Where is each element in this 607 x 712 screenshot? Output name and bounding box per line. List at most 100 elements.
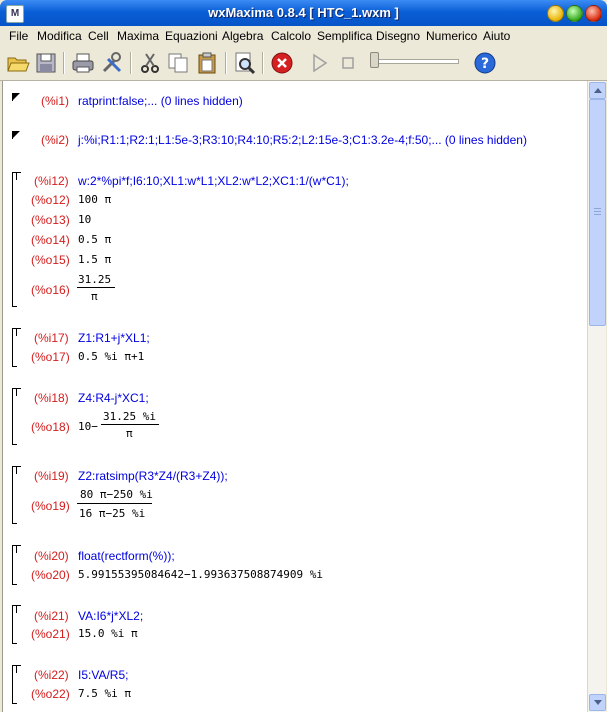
fraction-line xyxy=(77,503,152,504)
animation-slider-thumb[interactable] xyxy=(370,52,379,68)
input-label: (%i17) xyxy=(34,331,69,345)
paste-icon[interactable] xyxy=(195,51,219,75)
chevron-down-icon xyxy=(594,700,602,705)
input-label: (%i20) xyxy=(34,549,69,563)
maximize-button[interactable] xyxy=(566,5,583,22)
close-button[interactable] xyxy=(585,5,602,22)
cell-bracket[interactable] xyxy=(12,93,17,101)
cell-bracket[interactable] xyxy=(12,466,17,524)
output-label: (%o22) xyxy=(31,687,70,701)
animation-slider-track[interactable] xyxy=(375,59,459,64)
input-label: (%i18) xyxy=(34,391,69,405)
scroll-down-button[interactable] xyxy=(589,694,606,711)
input-bracket[interactable] xyxy=(16,665,21,673)
cell-bracket[interactable] xyxy=(12,131,17,139)
input-label: (%i1) xyxy=(41,94,70,108)
fraction-numerator: 80 π−250 %i xyxy=(80,488,153,501)
output-value: 5.99155395084642−1.993637508874909 %i xyxy=(78,568,324,581)
play-icon[interactable] xyxy=(307,51,331,75)
input-bracket[interactable] xyxy=(16,545,21,553)
fraction-line xyxy=(101,424,159,425)
svg-text:?: ? xyxy=(481,56,489,72)
menu-maxima[interactable]: Maxima xyxy=(117,29,159,43)
output-label: (%o13) xyxy=(31,213,70,227)
output-value: 1.5 π xyxy=(78,253,112,266)
output-value: 100 π xyxy=(78,193,112,206)
title-bar[interactable]: M wxMaxima 0.8.4 [ HTC_1.wxm ] xyxy=(0,0,607,26)
open-icon[interactable] xyxy=(6,51,30,75)
input-bracket[interactable] xyxy=(16,605,21,613)
toolbar-separator xyxy=(262,52,264,74)
fraction-denominator: π xyxy=(91,290,98,303)
output-value: 0.5 %i π+1 xyxy=(78,350,145,363)
output-label: (%o17) xyxy=(31,350,70,364)
menu-disegno[interactable]: Disegno xyxy=(376,29,420,43)
stop-icon[interactable] xyxy=(336,51,360,75)
save-icon[interactable] xyxy=(34,51,58,75)
scroll-grip xyxy=(594,214,601,215)
menu-aiuto[interactable]: Aiuto xyxy=(483,29,510,43)
input-label: (%i2) xyxy=(41,133,70,147)
fraction-numerator: 31.25 xyxy=(78,273,112,286)
output-value: 15.0 %i π xyxy=(78,627,138,640)
print-icon[interactable] xyxy=(71,51,95,75)
input-bracket[interactable] xyxy=(16,172,21,180)
menu-algebra[interactable]: Algebra xyxy=(222,29,263,43)
menu-equazioni[interactable]: Equazioni xyxy=(165,29,218,43)
output-prefix: 10− xyxy=(78,420,98,433)
worksheet[interactable]: (%i1) ratprint:false;... (0 lines hidden… xyxy=(2,81,587,712)
menu-bar: File Modifica Cell Maxima Equazioni Alge… xyxy=(0,26,607,46)
vertical-scrollbar[interactable] xyxy=(587,81,606,712)
preferences-icon[interactable] xyxy=(100,51,124,75)
input-code[interactable]: Z4:R4-j*XC1; xyxy=(78,391,149,405)
input-code[interactable]: VA:I6*j*XL2; xyxy=(78,609,143,623)
fraction-denominator: π xyxy=(126,427,133,440)
input-code[interactable]: I5:VA/R5; xyxy=(78,668,128,682)
toolbar-separator xyxy=(63,52,65,74)
menu-file[interactable]: File xyxy=(9,29,28,43)
minimize-button[interactable] xyxy=(547,5,564,22)
output-label: (%o19) xyxy=(31,499,70,513)
input-code[interactable]: Z2:ratsimp(R3*Z4/(R3+Z4)); xyxy=(78,469,228,483)
fraction-line xyxy=(77,287,115,288)
input-label: (%i21) xyxy=(34,609,69,623)
menu-numerico[interactable]: Numerico xyxy=(426,29,477,43)
output-label: (%o15) xyxy=(31,253,70,267)
cut-icon[interactable] xyxy=(138,51,162,75)
menu-modifica[interactable]: Modifica xyxy=(37,29,82,43)
input-bracket[interactable] xyxy=(16,466,21,474)
find-icon[interactable] xyxy=(233,51,257,75)
interrupt-icon[interactable] xyxy=(270,51,294,75)
scroll-grip xyxy=(594,211,601,212)
fraction-denominator: 16 π−25 %i xyxy=(79,507,146,520)
scroll-thumb[interactable] xyxy=(589,99,606,326)
output-value: 10 xyxy=(78,213,92,226)
menu-calcolo[interactable]: Calcolo xyxy=(271,29,311,43)
toolbar-separator xyxy=(225,52,227,74)
output-label: (%o20) xyxy=(31,568,70,582)
input-bracket[interactable] xyxy=(16,388,21,396)
output-label: (%o18) xyxy=(31,420,70,434)
scroll-up-button[interactable] xyxy=(589,82,606,99)
toolbar-separator xyxy=(130,52,132,74)
input-code[interactable]: w:2*%pi*f;I6:10;XL1:w*L1;XL2:w*L2;XC1:1/… xyxy=(78,174,349,188)
input-label: (%i22) xyxy=(34,668,69,682)
output-label: (%o14) xyxy=(31,233,70,247)
input-code[interactable]: float(rectform(%)); xyxy=(78,549,175,563)
output-label: (%o12) xyxy=(31,193,70,207)
toolbar: ? xyxy=(0,46,607,81)
cell-bracket[interactable] xyxy=(12,172,17,307)
scroll-grip xyxy=(594,208,601,209)
cell-bracket[interactable] xyxy=(12,388,17,445)
help-icon[interactable]: ? xyxy=(473,51,497,75)
copy-icon[interactable] xyxy=(166,51,190,75)
input-label: (%i12) xyxy=(34,174,69,188)
input-code[interactable]: Z1:R1+j*XL1; xyxy=(78,331,150,345)
input-code[interactable]: j:%i;R1:1;R2:1;L1:5e-3;R3:10;R4:10;R5:2;… xyxy=(78,133,527,147)
menu-semplifica[interactable]: Semplifica xyxy=(317,29,372,43)
input-code[interactable]: ratprint:false;... (0 lines hidden) xyxy=(78,94,243,108)
input-bracket[interactable] xyxy=(16,328,21,336)
menu-cell[interactable]: Cell xyxy=(88,29,109,43)
output-value: 0.5 π xyxy=(78,233,112,246)
output-label: (%o16) xyxy=(31,283,70,297)
